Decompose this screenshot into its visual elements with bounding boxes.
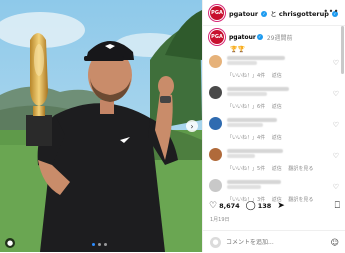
translate-link[interactable]: 翻訳を見る: [288, 166, 313, 172]
commenter-avatar[interactable]: [209, 86, 222, 99]
blurred-comment-text: [227, 185, 261, 189]
blurred-comment-text: [227, 61, 257, 65]
heart-icon[interactable]: ♡: [333, 59, 339, 67]
comment-meta: 「いいね！」6件 返信: [227, 103, 287, 110]
comment-likes[interactable]: 「いいね！」5件: [227, 166, 265, 172]
post-header: PGA pgatour ✓ と chrisgotterup ✓ •••: [203, 0, 345, 26]
add-comment-bar: ● ☺: [203, 230, 345, 253]
post-date: 1月19日: [210, 217, 230, 223]
post-actions: ♡ 8,674 ◯ 138 ➤ ⎕: [209, 201, 340, 211]
commenter-avatar[interactable]: [209, 117, 222, 130]
blurred-comment-text: [227, 56, 285, 60]
comment-meta: 「いいね！」4件 返信: [227, 134, 287, 141]
commenter-avatar[interactable]: [209, 179, 222, 192]
comment-meta: 「いいね！」5件 返信 翻訳を見る: [227, 165, 318, 172]
tagged-user-icon[interactable]: ●: [5, 238, 15, 248]
comment-likes[interactable]: 「いいね！」4件: [227, 135, 265, 141]
comment-likes[interactable]: 「いいね！」6件: [227, 104, 265, 110]
heart-icon[interactable]: ♡: [333, 121, 339, 129]
post-caption: PGA pgatour ✓ 29週間前 🏆🏆: [209, 29, 339, 53]
blurred-comment-text: [227, 118, 277, 122]
heart-icon[interactable]: ♡: [333, 90, 339, 98]
post-time: 29週間前: [266, 34, 293, 42]
post-sidebar: PGA pgatour ✓ と chrisgotterup ✓ ••• PGA …: [202, 0, 345, 252]
commenter-avatar[interactable]: [209, 55, 222, 68]
comment-input[interactable]: [226, 238, 331, 246]
blurred-comment-text: [227, 92, 267, 96]
reply-link[interactable]: 返信: [272, 73, 282, 79]
heart-icon[interactable]: ♡: [333, 152, 339, 160]
bookmark-icon[interactable]: ⎕: [335, 201, 340, 211]
author-connector: と: [270, 9, 277, 18]
current-user-avatar: ●: [210, 236, 221, 248]
verified-icon: ✓: [261, 10, 268, 17]
verified-icon: ✓: [256, 34, 263, 40]
blurred-comment-text: [227, 149, 283, 153]
comment-likes[interactable]: 「いいね！」4件: [227, 73, 265, 79]
likes-count[interactable]: 8,674: [219, 202, 240, 210]
caption-username[interactable]: pgatour: [229, 34, 256, 41]
blurred-comment-text: [227, 123, 263, 127]
post-photo[interactable]: › ●: [0, 0, 202, 252]
blurred-comment-text: [227, 154, 255, 158]
carousel-dot: [104, 243, 107, 246]
comments-scrollbar[interactable]: [341, 26, 344, 74]
comment-meta: 「いいね！」4件 返信: [227, 72, 287, 79]
author-username[interactable]: pgatour: [229, 10, 258, 18]
share-send-icon[interactable]: ➤: [277, 201, 285, 211]
comment-list: 「いいね！」4件 返信 ♡ 「いいね！」6件 返信 ♡ 「いいね！」4件 返信 …: [209, 52, 339, 207]
comment-item: 「いいね！」4件 返信 ♡: [209, 114, 339, 145]
carousel-next-button[interactable]: ›: [186, 120, 198, 132]
comments-count: 138: [257, 202, 272, 210]
commenter-avatar[interactable]: [209, 148, 222, 161]
comment-bubble-icon[interactable]: ◯: [246, 201, 256, 211]
blurred-comment-text: [227, 87, 289, 91]
emoji-icon[interactable]: ☺: [331, 238, 339, 247]
reply-link[interactable]: 返信: [272, 104, 282, 110]
comment-item: 「いいね！」5件 返信 翻訳を見る ♡: [209, 145, 339, 176]
reply-link[interactable]: 返信: [272, 166, 282, 172]
carousel-dots: [92, 243, 107, 246]
carousel-dot: [92, 243, 95, 246]
like-heart-icon[interactable]: ♡: [209, 201, 217, 211]
comment-item: 「いいね！」4件 返信 ♡: [209, 52, 339, 83]
blurred-comment-text: [227, 180, 281, 184]
carousel-dot: [98, 243, 101, 246]
author-avatar[interactable]: PGA: [209, 4, 225, 21]
heart-icon[interactable]: ♡: [333, 183, 339, 191]
caption-avatar[interactable]: PGA: [209, 29, 225, 45]
coauthor-username[interactable]: chrisgotterup: [279, 10, 329, 18]
more-dots-icon[interactable]: •••: [323, 7, 339, 16]
reply-link[interactable]: 返信: [272, 135, 282, 141]
comment-item: 「いいね！」6件 返信 ♡: [209, 83, 339, 114]
photo-illustration: [0, 0, 202, 252]
